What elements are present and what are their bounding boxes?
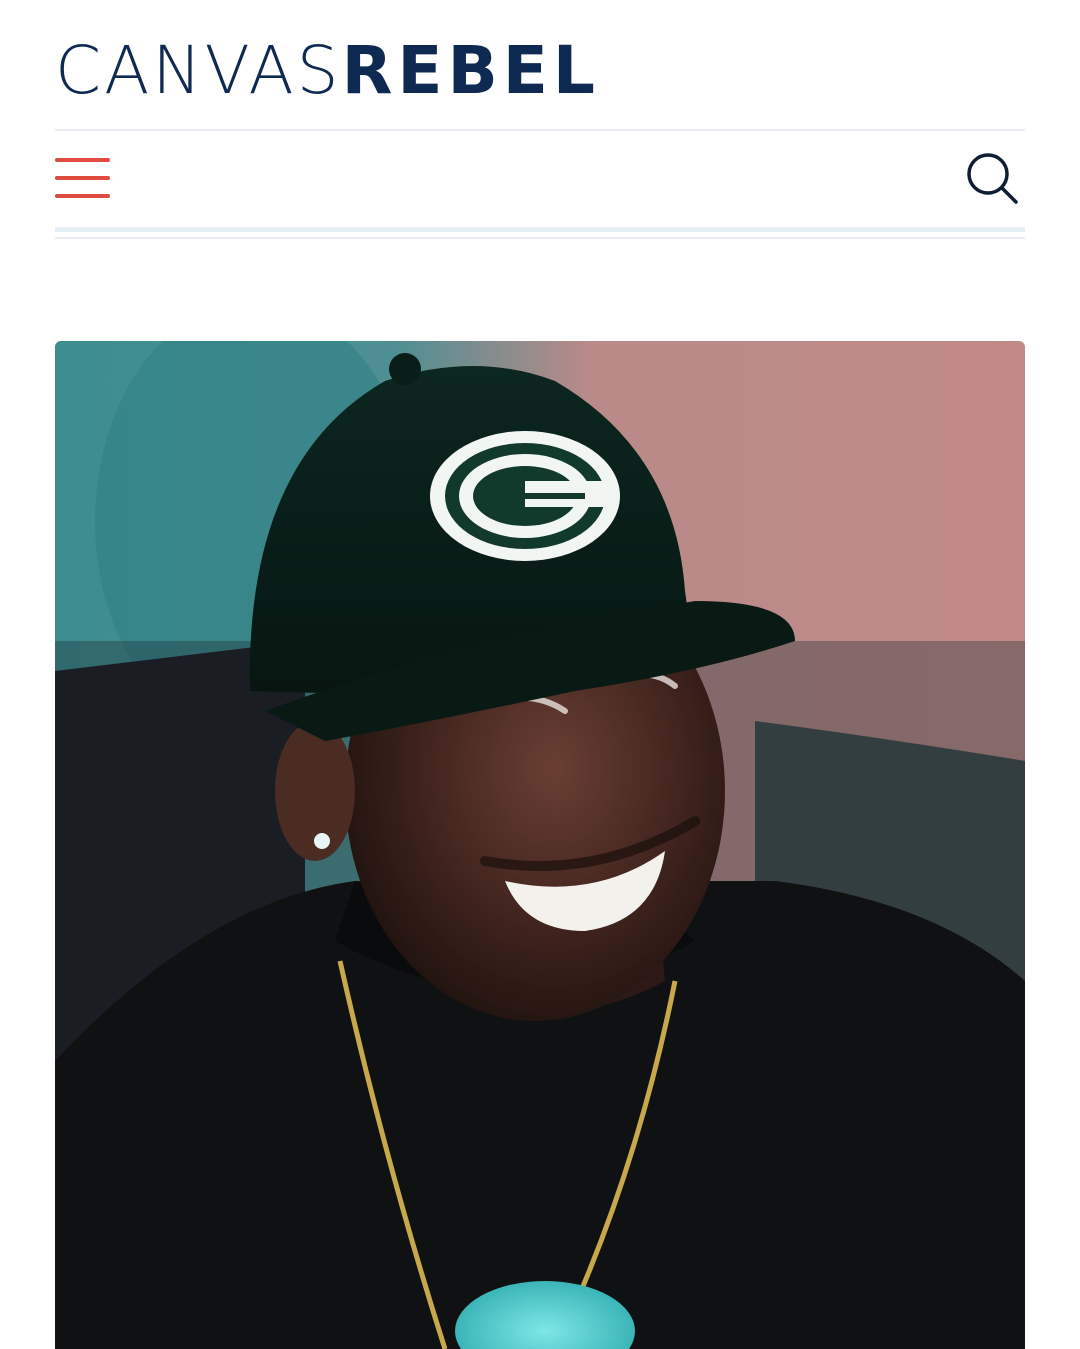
logo-text-canvas: CANVAS <box>55 31 342 109</box>
search-icon[interactable] <box>965 151 1019 205</box>
logo-text-rebel: REBEL <box>341 31 600 109</box>
header-divider-bottom-thin <box>55 237 1025 239</box>
hero-photo[interactable] <box>55 341 1025 1349</box>
hamburger-menu-icon[interactable] <box>55 158 111 198</box>
nav-bar <box>55 131 1025 227</box>
header-divider-bottom <box>55 227 1025 232</box>
site-logo[interactable]: CANVAS REBEL <box>55 30 600 110</box>
